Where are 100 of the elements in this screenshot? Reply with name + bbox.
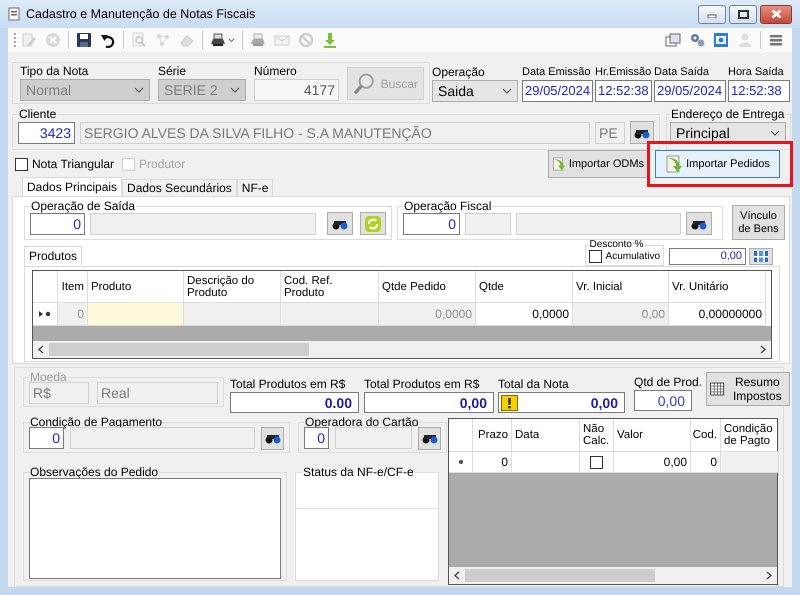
import-button[interactable]: Importar Pedidos — [655, 150, 780, 178]
toolbar-button[interactable] — [76, 30, 92, 50]
gears-icon — [689, 32, 705, 48]
maximize-button[interactable] — [729, 4, 757, 24]
maximize-icon — [738, 10, 748, 18]
state-field[interactable]: PE — [595, 122, 625, 144]
app-icon — [8, 7, 20, 21]
field-label: Série — [158, 64, 188, 78]
checkbox-label: Acumulativo — [606, 250, 660, 264]
close-button[interactable] — [760, 4, 792, 24]
field-label: Tipo da Nota — [20, 64, 90, 78]
binoculars-button[interactable] — [418, 426, 441, 450]
description-field[interactable] — [90, 212, 316, 234]
refresh-button[interactable] — [360, 212, 386, 235]
save-icon — [76, 32, 92, 48]
table-cell: 0,00 — [573, 303, 669, 326]
magnifier-icon — [353, 72, 376, 96]
windows-icon — [665, 32, 681, 48]
tab[interactable]: Dados Secundários — [122, 179, 237, 196]
checkbox[interactable] — [588, 250, 602, 263]
columns-button[interactable] — [749, 248, 773, 265]
table-cell: 0,00000000 — [669, 303, 766, 326]
total-value: 0.00 — [324, 394, 352, 412]
caret-icon — [230, 87, 240, 93]
checkbox[interactable] — [590, 456, 603, 468]
code-field[interactable]: 0 — [403, 212, 460, 234]
group-label: Status da NF-e/CF-e — [302, 466, 415, 478]
field-label: Hr.Emissão — [595, 65, 652, 79]
description-field[interactable] — [335, 427, 412, 449]
group-label: Operação de Saída — [30, 200, 136, 212]
import-icon — [552, 155, 566, 173]
date-field[interactable]: 29/05/2024 — [654, 80, 726, 102]
binoculars-button[interactable] — [630, 121, 654, 144]
scroll-thumb[interactable] — [49, 343, 309, 356]
tab[interactable]: NF-e — [236, 179, 274, 196]
discount-field[interactable]: 0,00 — [669, 248, 746, 265]
warning-icon — [501, 394, 518, 410]
binoculars-button[interactable] — [327, 212, 353, 235]
menu-icon — [768, 32, 784, 48]
observations-field[interactable] — [29, 478, 281, 579]
checkbox-label: Nota Triangular — [32, 157, 114, 171]
scroll-thumb[interactable] — [465, 569, 655, 582]
tax-summary-button[interactable]: Resumo Impostos — [706, 372, 790, 406]
screen-icon — [713, 32, 729, 48]
field-label: Hora Saída — [728, 65, 785, 79]
window-title: Cadastro e Manutenção de Notas Fiscais — [26, 7, 256, 21]
total-value: 0,00 — [590, 394, 618, 412]
tab[interactable]: Produtos — [24, 246, 82, 265]
time-field[interactable]: 12:52:38 — [728, 80, 790, 102]
total-field[interactable]: 0,00 — [634, 390, 692, 411]
code-field[interactable]: 3423 — [18, 122, 75, 144]
columns-icon — [753, 250, 769, 263]
network-icon — [155, 32, 171, 48]
table-cell: 0,0000 — [379, 303, 476, 326]
field-label: Número — [254, 64, 298, 78]
total-field[interactable]: 0.00 — [230, 392, 359, 413]
code-field[interactable]: 0 — [30, 212, 85, 234]
total-field[interactable]: 0,00 — [498, 392, 625, 413]
caret-icon — [770, 130, 780, 136]
table-cell: 0,00 — [614, 452, 691, 473]
tab[interactable]: Dados Principais — [22, 177, 122, 196]
field-label: Data Saída — [654, 65, 710, 79]
row-marker-icon — [38, 310, 52, 318]
minimize-button[interactable] — [698, 4, 726, 24]
block-icon — [298, 32, 314, 48]
close-icon — [770, 9, 782, 19]
description-field[interactable] — [70, 427, 255, 449]
combo-box[interactable]: Principal — [670, 122, 786, 144]
name-field[interactable]: SERGIO ALVES DA SILVA FILHO - S.A MANUTENÇÃO — [80, 122, 590, 144]
toolbar-grip-icon — [14, 32, 17, 48]
binoculars-button[interactable] — [686, 212, 712, 235]
code-field[interactable]: 0 — [304, 427, 329, 449]
printer-icon — [250, 32, 266, 48]
checkbox[interactable] — [15, 158, 28, 170]
group-label: Desconto % — [588, 240, 644, 250]
import-button[interactable]: Importar ODMs — [548, 150, 648, 178]
group-label: Moeda — [29, 371, 68, 383]
group-label: Cliente — [18, 108, 58, 120]
field-label: Data Emissão — [522, 65, 592, 79]
refresh-icon — [364, 214, 382, 232]
caret-icon — [134, 87, 144, 93]
code-field[interactable]: 0 — [29, 427, 64, 449]
field-label: Total da Nota — [498, 377, 570, 391]
field-label: Qtd de Prod. — [634, 375, 702, 389]
user-icon — [737, 32, 753, 48]
combo-box[interactable]: Saida — [432, 80, 518, 102]
field-label: Operação — [432, 65, 486, 79]
date-field[interactable]: 29/05/2024 — [522, 80, 593, 102]
cancel-icon — [45, 32, 61, 48]
binoculars-button[interactable] — [261, 426, 284, 450]
group-label: Endereço de Entrega — [670, 108, 786, 120]
time-field[interactable]: 12:52:38 — [595, 80, 652, 102]
printer-icon — [210, 32, 226, 48]
total-field[interactable]: 0,00 — [364, 392, 494, 413]
vinculo-button[interactable]: Vínculo de Bens — [732, 205, 785, 240]
table-cell: 0 — [58, 303, 88, 326]
total-value: 0,00 — [460, 394, 487, 412]
import-icon — [665, 155, 684, 173]
description-field[interactable] — [465, 212, 511, 234]
description-field[interactable] — [516, 212, 681, 234]
